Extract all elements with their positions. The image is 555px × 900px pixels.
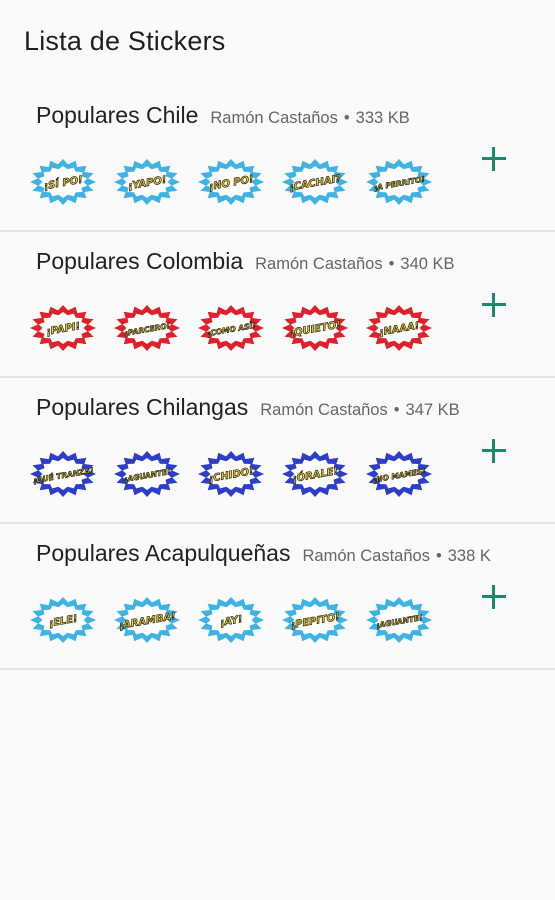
sticker-preview: ¡QUÉ TRANZA! <box>30 451 96 497</box>
pack-publisher: Ramón Castaños <box>302 547 430 565</box>
pack-publisher: Ramón Castaños <box>260 401 388 419</box>
pack-name: Populares Chilangas <box>36 394 249 420</box>
sticker-preview: ¡SÍ PO! <box>30 159 96 205</box>
sticker-preview: ¡ELE! <box>30 597 96 643</box>
pack-header: Populares Colombia Ramón Castaños • 340 KB <box>36 248 455 275</box>
add-pack-button[interactable] <box>479 436 509 466</box>
sticker-pack-item[interactable]: Populares Chile Ramón Castaños • 333 KB ¡S… <box>0 86 555 232</box>
add-pack-button[interactable] <box>479 290 509 320</box>
sticker-preview-row: ¡SÍ PO! ¡YAPO! ¡NO PO! ¡CACHAI? ¡A PERRITO! <box>30 158 432 210</box>
sticker-pack-item[interactable]: Populares Chilangas Ramón Castaños • 347 K… <box>0 378 555 524</box>
sticker-preview: ¡NO PO! <box>198 159 264 205</box>
meta-separator: • <box>388 255 395 273</box>
sticker-preview: ¡CHIDO! <box>198 451 264 497</box>
sticker-preview-row: ¡QUÉ TRANZA! ¡AGUANTE! ¡CHIDO! ¡ÓRALE! ¡NO M… <box>30 450 432 502</box>
add-pack-button[interactable] <box>479 144 509 174</box>
sticker-preview: ¡AGUANTE! <box>366 597 432 643</box>
sticker-preview: ¡ÓRALE! <box>282 451 348 497</box>
pack-size: 340 KB <box>400 255 455 273</box>
pack-name: Populares Colombia <box>36 248 244 274</box>
sticker-preview: ¡A PERRITO! <box>366 159 432 205</box>
pack-meta: Ramón Castaños • 340 KB <box>255 255 454 274</box>
pack-publisher: Ramón Castaños <box>210 109 338 127</box>
sticker-preview: ¡NO MAMES! <box>366 451 432 497</box>
add-pack-button[interactable] <box>479 582 509 612</box>
sticker-preview: ¡ARAMBA! <box>114 597 180 643</box>
pack-header: Populares Acapulqueñas Ramón Castaños • 33… <box>36 540 491 567</box>
pack-meta: Ramón Castaños • 338 K <box>302 547 490 566</box>
sticker-preview: ¡AY! <box>198 597 264 643</box>
pack-publisher: Ramón Castaños <box>255 255 383 273</box>
sticker-preview: ¡QUIETO! <box>282 305 348 351</box>
sticker-preview: ¡PEPITO! <box>282 597 348 643</box>
sticker-preview: ¡COMO ASÍ! <box>198 305 264 351</box>
pack-size: 347 KB <box>405 401 460 419</box>
sticker-pack-list: Populares Chile Ramón Castaños • 333 KB ¡S… <box>0 86 555 670</box>
pack-meta: Ramón Castaños • 347 KB <box>260 401 459 420</box>
sticker-pack-item[interactable]: Populares Acapulqueñas Ramón Castaños • 33… <box>0 524 555 670</box>
meta-separator: • <box>343 109 350 127</box>
meta-separator: • <box>393 401 400 419</box>
sticker-preview: ¡YAPO! <box>114 159 180 205</box>
pack-meta: Ramón Castaños • 333 KB <box>210 109 409 128</box>
pack-size: 333 KB <box>355 109 410 127</box>
sticker-preview: ¡CACHAI? <box>282 159 348 205</box>
page-title: Lista de Stickers <box>24 26 226 56</box>
pack-size: 338 K <box>447 547 491 565</box>
pack-name: Populares Chile <box>36 102 199 128</box>
sticker-preview: ¡NAAA! <box>366 305 432 351</box>
sticker-preview-row: ¡ELE! ¡ARAMBA! ¡AY! ¡PEPITO! ¡AGUANTE! <box>30 596 432 648</box>
sticker-preview-row: ¡PAPI! ¡PARCERO! ¡COMO ASÍ! ¡QUIETO! ¡NAAA! <box>30 304 432 356</box>
pack-name: Populares Acapulqueñas <box>36 540 291 566</box>
sticker-pack-item[interactable]: Populares Colombia Ramón Castaños • 340 KB… <box>0 232 555 378</box>
meta-separator: • <box>435 547 442 565</box>
sticker-preview: ¡PAPI! <box>30 305 96 351</box>
pack-header: Populares Chile Ramón Castaños • 333 KB <box>36 102 410 129</box>
sticker-preview: ¡AGUANTE! <box>114 451 180 497</box>
pack-header: Populares Chilangas Ramón Castaños • 347 K… <box>36 394 460 421</box>
sticker-preview: ¡PARCERO! <box>114 305 180 351</box>
